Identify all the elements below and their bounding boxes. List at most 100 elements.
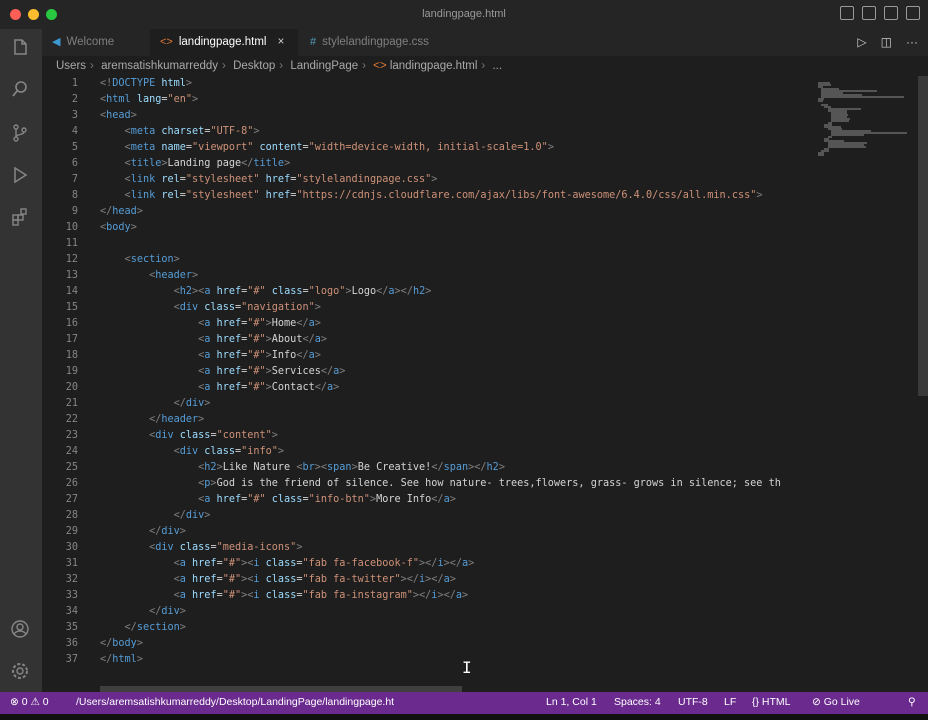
code-token: div bbox=[161, 606, 180, 617]
code-line[interactable]: 23 <div class="content"> bbox=[42, 428, 812, 444]
code-line[interactable]: 6 <title>Landing page</title> bbox=[42, 156, 812, 172]
minimap[interactable] bbox=[812, 76, 916, 684]
line-number: 22 bbox=[65, 414, 78, 425]
breadcrumb-item[interactable]: Users bbox=[56, 60, 86, 72]
vertical-scrollbar[interactable] bbox=[918, 76, 928, 396]
tab-label: landingpage.html bbox=[178, 36, 267, 48]
breadcrumb-item[interactable]: aremsatishkumarreddy bbox=[101, 60, 218, 72]
code-token: class bbox=[198, 446, 235, 457]
code-line[interactable]: 17 <a href="#">About</a> bbox=[42, 332, 812, 348]
tab-welcome[interactable]: ◀ Welcome bbox=[42, 29, 150, 56]
code-line[interactable]: 1 <!DOCTYPE html> bbox=[42, 76, 812, 92]
code-line[interactable]: 32 <a href="#"><i class="fab fa-twitter"… bbox=[42, 572, 812, 588]
breadcrumb-item[interactable]: LandingPage bbox=[290, 60, 358, 72]
code-token: h2 bbox=[179, 286, 193, 297]
code-line[interactable]: 25 <h2>Like Nature <br><span>Be Creative… bbox=[42, 460, 812, 476]
split-editor-icon[interactable]: ◫ bbox=[881, 35, 892, 49]
code-editor[interactable]: 1 <!DOCTYPE html> 2 <html lang="en"> 3 <head>… bbox=[42, 76, 812, 684]
code-token: </ bbox=[431, 494, 444, 505]
code-line[interactable]: 13 <header> bbox=[42, 268, 812, 284]
line-number: 36 bbox=[65, 638, 78, 649]
code-line[interactable]: 35 </section> bbox=[42, 620, 812, 636]
code-line[interactable]: 2 <html lang="en"> bbox=[42, 92, 812, 108]
code-line[interactable]: 36 </body> bbox=[42, 636, 812, 652]
code-line[interactable]: 24 <div class="info"> bbox=[42, 444, 812, 460]
customize-layout-icon[interactable] bbox=[906, 6, 920, 20]
encoding[interactable]: UTF-8 bbox=[678, 696, 708, 708]
cursor-position[interactable]: Ln 1, Col 1 bbox=[546, 696, 597, 708]
code-line[interactable]: 26 <p>God is the friend of silence. See … bbox=[42, 476, 812, 492]
code-token: </ bbox=[302, 334, 315, 345]
breadcrumb-item[interactable]: Desktop bbox=[233, 60, 275, 72]
toggle-panel-icon[interactable] bbox=[862, 6, 876, 20]
code-line[interactable]: 5 <meta name="viewport" content="width=d… bbox=[42, 140, 812, 156]
settings-gear-icon[interactable] bbox=[9, 661, 31, 683]
code-line[interactable]: 31 <a href="#"><i class="fab fa-facebook… bbox=[42, 556, 812, 572]
tab-landingpage-html[interactable]: <> landingpage.html × bbox=[150, 29, 298, 56]
code-line[interactable]: 7 <link rel="stylesheet" href="styleland… bbox=[42, 172, 812, 188]
problems-indicator[interactable]: ⊗ 0 ⚠ 0 bbox=[10, 696, 49, 708]
code-line[interactable]: 20 <a href="#">Contact</a> bbox=[42, 380, 812, 396]
code-token: ></ bbox=[400, 574, 420, 585]
extensions-icon[interactable] bbox=[9, 207, 31, 229]
minimap-line bbox=[830, 120, 850, 122]
code-token: </ bbox=[149, 606, 162, 617]
code-token: > bbox=[498, 462, 505, 473]
toggle-sidebar-icon[interactable] bbox=[840, 6, 854, 20]
search-icon[interactable] bbox=[9, 79, 31, 101]
breadcrumb-item[interactable]: landingpage.html bbox=[390, 60, 478, 72]
toggle-secondary-sidebar-icon[interactable] bbox=[884, 6, 898, 20]
code-line[interactable]: 34 </div> bbox=[42, 604, 812, 620]
code-line[interactable]: 9 </head> bbox=[42, 204, 812, 220]
code-line[interactable]: 22 </header> bbox=[42, 412, 812, 428]
code-line[interactable]: 21 </div> bbox=[42, 396, 812, 412]
code-line[interactable]: 8 <link rel="stylesheet" href="https://c… bbox=[42, 188, 812, 204]
source-control-icon[interactable] bbox=[9, 123, 31, 145]
code-text: </section> bbox=[100, 620, 186, 636]
code-token: class bbox=[259, 558, 297, 569]
run-debug-icon[interactable] bbox=[9, 165, 31, 187]
code-line[interactable]: 27 <a href="#" class="info-btn">More Inf… bbox=[42, 492, 812, 508]
code-token: > bbox=[320, 334, 328, 345]
line-number: 24 bbox=[65, 446, 78, 457]
code-line[interactable]: 37 </html> bbox=[42, 652, 812, 668]
code-line[interactable]: 11 bbox=[42, 236, 812, 252]
indentation[interactable]: Spaces: 4 bbox=[614, 696, 661, 708]
code-line[interactable]: 30 <div class="media-icons"> bbox=[42, 540, 812, 556]
run-preview-icon[interactable]: ▷ bbox=[857, 35, 866, 49]
code-line[interactable]: 12 <section> bbox=[42, 252, 812, 268]
language-mode[interactable]: {} HTML bbox=[752, 696, 791, 708]
tab-stylelandingpage-css[interactable]: # stylelandingpage.css bbox=[300, 29, 470, 56]
code-line[interactable]: 28 </div> bbox=[42, 508, 812, 524]
code-token: class bbox=[173, 542, 211, 553]
code-token: charset bbox=[155, 126, 205, 137]
code-line[interactable]: 16 <a href="#">Home</a> bbox=[42, 316, 812, 332]
code-line[interactable]: 14 <h2><a href="#" class="logo">Logo</a>… bbox=[42, 284, 812, 300]
code-line[interactable]: 10 <body> bbox=[42, 220, 812, 236]
code-line[interactable]: 4 <meta charset="UTF-8"> bbox=[42, 124, 812, 140]
code-text: <title>Landing page</title> bbox=[100, 156, 291, 172]
explorer-icon[interactable] bbox=[9, 37, 31, 59]
go-live-button[interactable]: ⊘ Go Live bbox=[812, 696, 860, 708]
code-line[interactable]: 15 <div class="navigation"> bbox=[42, 300, 812, 316]
code-line[interactable]: 33 <a href="#"><i class="fab fa-instagra… bbox=[42, 588, 812, 604]
code-token: More Info bbox=[376, 494, 432, 505]
code-line[interactable]: 3 <head> bbox=[42, 108, 812, 124]
close-tab-icon[interactable]: × bbox=[278, 36, 285, 48]
code-token: </ bbox=[100, 654, 113, 665]
code-line[interactable]: 19 <a href="#">Services</a> bbox=[42, 364, 812, 380]
line-number: 28 bbox=[65, 510, 78, 521]
code-line[interactable]: 18 <a href="#">Info</a> bbox=[42, 348, 812, 364]
breadcrumb-item[interactable]: ... bbox=[492, 60, 502, 72]
code-token: </ bbox=[173, 398, 186, 409]
code-line[interactable]: 29 </div> bbox=[42, 524, 812, 540]
accounts-icon[interactable] bbox=[9, 619, 31, 641]
code-token: "stylelandingpage.css" bbox=[296, 174, 432, 185]
end-of-line[interactable]: LF bbox=[724, 696, 736, 708]
code-token: God is the friend of silence. See how na… bbox=[216, 478, 781, 489]
more-actions-icon[interactable]: ··· bbox=[906, 35, 918, 49]
notifications-bell-icon[interactable]: ⚲ bbox=[908, 696, 916, 708]
